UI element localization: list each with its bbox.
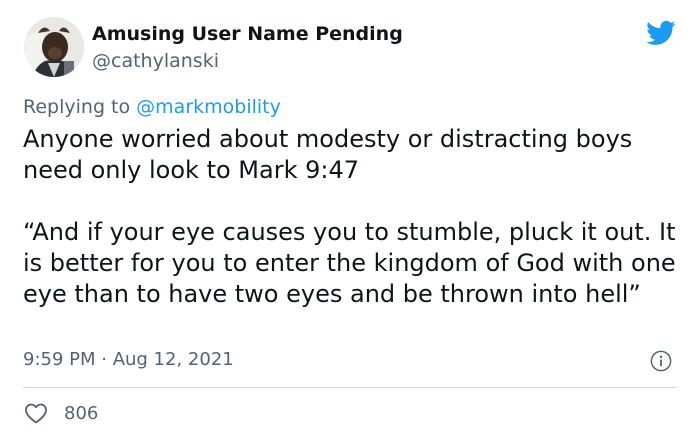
author-handle[interactable]: @cathylanski: [92, 50, 219, 72]
info-icon[interactable]: [650, 350, 672, 372]
like-count: 806: [64, 402, 99, 424]
tweet-paragraph-1: Anyone worried about modesty or distract…: [23, 125, 633, 184]
author-display-name[interactable]: Amusing User Name Pending: [92, 23, 403, 45]
tweet-paragraph-2: “And if your eye causes you to stumble, …: [23, 218, 676, 308]
twitter-bird-icon[interactable]: [645, 18, 677, 48]
tweet-timestamp[interactable]: 9:59 PM · Aug 12, 2021: [23, 349, 234, 370]
like-action[interactable]: 806: [24, 401, 98, 425]
avatar[interactable]: [24, 17, 84, 77]
replying-to: Replying to @markmobility: [23, 96, 281, 118]
divider: [23, 387, 677, 388]
tweet-text: Anyone worried about modesty or distract…: [23, 124, 683, 310]
tweet-card: Amusing User Name Pending @cathylanski R…: [0, 0, 700, 442]
heart-icon[interactable]: [24, 402, 48, 424]
replying-to-prefix: Replying to: [23, 96, 131, 118]
avatar-photo-icon: [24, 17, 84, 77]
reply-mention-link[interactable]: @markmobility: [136, 96, 281, 118]
